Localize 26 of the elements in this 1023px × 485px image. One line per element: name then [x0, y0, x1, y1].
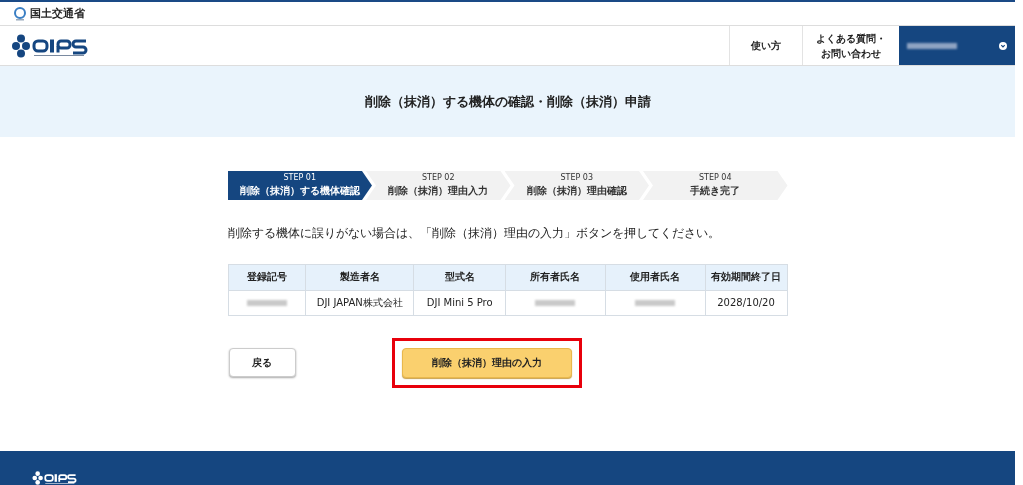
page-title: 削除（抹消）する機体の確認・削除（抹消）申請	[364, 92, 651, 111]
table-cell: DJI Mini 5 Pro	[413, 290, 506, 316]
dropdown-icon	[999, 41, 1007, 50]
column-header: 使用者氏名	[605, 264, 706, 291]
instruction-text: 削除する機体に誤りがない場合は、「削除（抹消）理由の入力」ボタンを押してください。	[227, 226, 721, 242]
table-cell: 2028/10/20	[705, 290, 787, 316]
step-label: 削除（抹消）理由入力	[388, 184, 489, 198]
step-label: 削除（抹消）する機体確認	[239, 184, 360, 198]
step-label: 削除（抹消）理由確認	[526, 184, 627, 198]
step-number: STEP 02	[421, 173, 455, 182]
table-cell: DJI JAPAN株式会社	[305, 290, 414, 316]
column-header: 登録記号	[228, 264, 306, 291]
ministry-name: 国土交通省	[30, 6, 85, 21]
step-label: 手続き完了	[690, 184, 741, 198]
column-header: 製造者名	[305, 264, 414, 291]
back-button[interactable]: 戻る	[228, 348, 296, 378]
column-header: 有効期間終了日	[705, 264, 787, 291]
step-number: STEP 01	[283, 173, 317, 182]
step-number: STEP 03	[560, 173, 594, 182]
ministry-emblem-icon	[14, 6, 26, 21]
next-button[interactable]: 削除（抹消）理由の入力	[401, 347, 572, 378]
column-header: 型式名	[413, 264, 506, 291]
user-menu[interactable]	[899, 26, 1015, 65]
nav-link[interactable]: 使い方	[729, 26, 802, 65]
column-header: 所有者氏名	[505, 264, 606, 291]
step-number: STEP 04	[698, 173, 732, 182]
